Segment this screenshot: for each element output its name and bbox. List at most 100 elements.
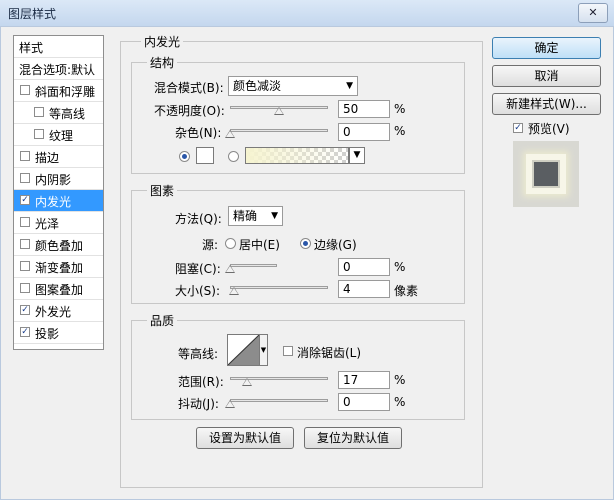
style-item[interactable]: ✓ 投影 xyxy=(14,322,103,344)
style-item-checkbox[interactable] xyxy=(20,283,30,293)
noise-slider[interactable] xyxy=(230,129,328,132)
jitter-unit: % xyxy=(394,395,406,409)
noise-slider-thumb[interactable] xyxy=(225,130,235,138)
jitter-input[interactable]: 0 xyxy=(338,393,390,411)
contour-curve-icon xyxy=(227,334,260,366)
dropdown-arrow-icon: ▼ xyxy=(271,211,278,221)
style-item[interactable]: 渐变叠加 xyxy=(14,256,103,278)
style-item[interactable]: 颜色叠加 xyxy=(14,234,103,256)
glow-gradient-swatch[interactable] xyxy=(245,147,349,164)
contour-dropdown-arrow-icon[interactable]: ▼ xyxy=(259,334,268,366)
style-item-checkbox[interactable] xyxy=(20,239,30,249)
jitter-slider[interactable] xyxy=(230,399,328,402)
preview-checkbox[interactable]: ✓ xyxy=(513,123,523,133)
range-label: 范围(R): xyxy=(178,375,224,389)
style-item-label: 斜面和浮雕 xyxy=(35,85,96,99)
blend-mode-select[interactable]: 颜色减淡 ▼ xyxy=(228,76,358,96)
jitter-slider-thumb[interactable] xyxy=(225,400,235,408)
close-button[interactable]: ✕ xyxy=(578,3,608,23)
choke-slider[interactable] xyxy=(230,264,277,267)
size-slider[interactable] xyxy=(230,286,328,289)
style-item-checkbox[interactable]: ✓ xyxy=(20,195,30,205)
noise-label: 杂色(N): xyxy=(175,126,222,140)
noise-unit: % xyxy=(394,124,406,138)
style-item[interactable]: 斜面和浮雕 xyxy=(14,80,103,102)
choke-label: 阻塞(C): xyxy=(175,262,221,276)
style-list-header[interactable]: 样式 xyxy=(14,36,103,58)
style-item[interactable]: 光泽 xyxy=(14,212,103,234)
style-item[interactable]: ✓ 内发光 xyxy=(14,190,103,212)
range-input[interactable]: 17 xyxy=(338,371,390,389)
style-item[interactable]: 内阴影 xyxy=(14,168,103,190)
elements-title: 图素 xyxy=(147,182,178,199)
preview-label[interactable]: 预览(V) xyxy=(528,120,570,137)
choke-slider-thumb[interactable] xyxy=(225,265,235,273)
source-edge-label[interactable]: 边缘(G) xyxy=(314,236,357,253)
style-item[interactable]: 纹理 xyxy=(14,124,103,146)
preview-square xyxy=(532,160,560,188)
style-item[interactable]: 等高线 xyxy=(14,102,103,124)
size-input[interactable]: 4 xyxy=(338,280,390,298)
gradient-dropdown-arrow-icon[interactable]: ▼ xyxy=(349,147,365,164)
style-item-checkbox[interactable] xyxy=(20,173,30,183)
method-value: 精确 xyxy=(233,209,258,223)
style-item-label: 投影 xyxy=(35,327,60,341)
choke-input[interactable]: 0 xyxy=(338,258,390,276)
style-item-label: 光泽 xyxy=(35,217,60,231)
opacity-unit: % xyxy=(394,102,406,116)
cancel-button[interactable]: 取消 xyxy=(492,65,601,87)
style-item-label: 外发光 xyxy=(35,305,72,319)
preview-thumbnail xyxy=(513,141,579,207)
style-item-checkbox[interactable] xyxy=(20,217,30,227)
style-item-checkbox[interactable] xyxy=(20,85,30,95)
style-item-label: 颜色叠加 xyxy=(35,239,84,253)
layer-style-dialog: 图层样式 ✕ 样式 混合选项:默认 斜面和浮雕 等高线 纹理 描边 内阴影 ✓ 内发光 光泽颜… xyxy=(0,0,614,500)
reset-default-button[interactable]: 复位为默认值 xyxy=(304,427,402,449)
color-radio[interactable] xyxy=(179,151,190,162)
style-item-checkbox[interactable] xyxy=(34,107,44,117)
source-center-label[interactable]: 居中(E) xyxy=(239,236,280,253)
blend-mode-label: 混合模式(B): xyxy=(154,81,224,95)
style-item[interactable]: 图案叠加 xyxy=(14,278,103,300)
method-label: 方法(Q): xyxy=(175,212,222,226)
contour-preview[interactable] xyxy=(227,334,260,366)
opacity-slider-thumb[interactable] xyxy=(274,107,284,115)
opacity-input[interactable]: 50 xyxy=(338,100,390,118)
style-item-label: 纹理 xyxy=(49,129,74,143)
size-unit: 像素 xyxy=(394,284,419,298)
panel-title: 内发光 xyxy=(141,33,184,50)
noise-input[interactable]: 0 xyxy=(338,123,390,141)
jitter-label: 抖动(J): xyxy=(178,397,219,411)
size-slider-thumb[interactable] xyxy=(228,287,239,295)
style-item-blend-options[interactable]: 混合选项:默认 xyxy=(14,58,103,80)
style-item-checkbox[interactable]: ✓ xyxy=(20,327,30,337)
style-item-label: 内阴影 xyxy=(35,173,72,187)
antialias-checkbox[interactable] xyxy=(283,346,293,356)
style-item-checkbox[interactable] xyxy=(20,261,30,271)
quality-title: 品质 xyxy=(147,312,178,329)
range-slider-thumb[interactable] xyxy=(241,378,252,386)
structure-title: 结构 xyxy=(147,54,178,71)
style-item[interactable]: ✓ 外发光 xyxy=(14,300,103,322)
source-edge-radio[interactable] xyxy=(300,238,311,249)
style-item-checkbox[interactable] xyxy=(34,129,44,139)
title-bar[interactable]: 图层样式 ✕ xyxy=(0,0,614,27)
style-list: 样式 混合选项:默认 斜面和浮雕等高线纹理描边内阴影 ✓ 内发光光泽颜色叠加渐变叠加… xyxy=(13,35,104,350)
dropdown-arrow-icon: ▼ xyxy=(346,81,353,91)
size-label: 大小(S): xyxy=(175,284,221,298)
glow-color-swatch[interactable] xyxy=(196,147,214,164)
ok-button[interactable]: 确定 xyxy=(492,37,601,59)
set-default-button[interactable]: 设置为默认值 xyxy=(196,427,294,449)
new-style-button[interactable]: 新建样式(W)... xyxy=(492,93,601,115)
window-title: 图层样式 xyxy=(8,7,57,21)
style-item[interactable]: 描边 xyxy=(14,146,103,168)
style-item-label: 等高线 xyxy=(49,107,86,121)
antialias-label[interactable]: 消除锯齿(L) xyxy=(297,344,361,361)
gradient-radio[interactable] xyxy=(228,151,239,162)
method-select[interactable]: 精确 ▼ xyxy=(228,206,283,226)
source-center-radio[interactable] xyxy=(225,238,236,249)
style-item-label: 图案叠加 xyxy=(35,283,84,297)
style-item-checkbox[interactable]: ✓ xyxy=(20,305,30,315)
style-item-checkbox[interactable] xyxy=(20,151,30,161)
style-item-label: 内发光 xyxy=(35,195,72,209)
